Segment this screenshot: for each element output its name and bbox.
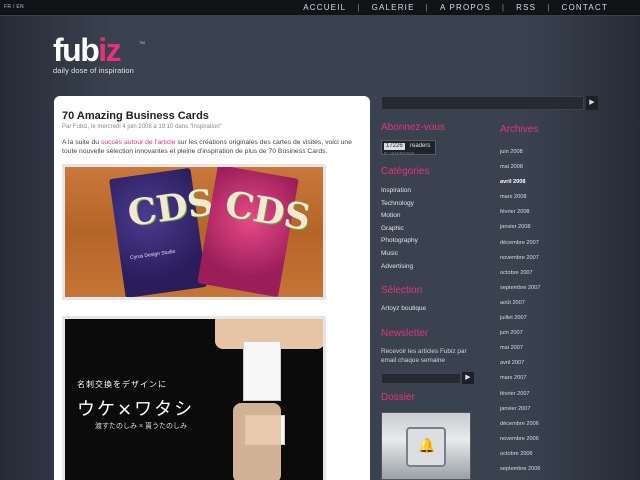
category-photography[interactable]: Photography xyxy=(381,235,418,248)
post-meta: Par Fubiz, le mercredi 4 juin 2008 à 19:… xyxy=(62,124,222,130)
categories-list: Inspiration Technology Motion Graphic Ph… xyxy=(381,185,418,273)
nav-rss[interactable]: RSS xyxy=(516,3,536,12)
dossier-image[interactable]: 🔔 xyxy=(381,412,471,480)
card-letters: CDS xyxy=(125,181,217,235)
archive-item[interactable]: mars 2008 xyxy=(500,190,540,205)
dossier-heading: Dossier xyxy=(381,392,415,403)
site-logo[interactable]: fubiz TM daily dose of inspiration xyxy=(53,34,153,80)
logo-wordmark: fubiz xyxy=(53,32,122,68)
newsletter-text: Recevoir les articles Fubiz par email ch… xyxy=(381,348,467,364)
search-go-button[interactable]: ▶ xyxy=(586,96,598,110)
selection-list: Artoyz boutique xyxy=(381,303,426,316)
category-inspiration[interactable]: Inspiration xyxy=(381,185,418,198)
logo-trademark: TM xyxy=(139,40,145,45)
nav-separator: | xyxy=(501,3,506,12)
categories-heading: Catégories xyxy=(381,166,430,177)
archive-item[interactable]: janvier 2007 xyxy=(500,402,540,417)
archive-item[interactable]: août 2007 xyxy=(500,296,540,311)
archive-item[interactable]: février 2008 xyxy=(500,205,540,220)
archive-item[interactable]: janvier 2008 xyxy=(500,220,540,235)
newsletter-email-input[interactable] xyxy=(381,373,461,384)
archive-item[interactable]: mars 2007 xyxy=(500,371,540,386)
nav-contact[interactable]: CONTACT xyxy=(562,3,608,12)
business-card-purple: CDS Cyrus Design Studio xyxy=(109,167,216,297)
nav-separator: | xyxy=(547,3,551,12)
newsletter-heading: Newsletter xyxy=(381,328,429,339)
post-image-business-cards[interactable]: CDS Cyrus Design Studio CDS xyxy=(62,164,326,300)
feedburner-badge[interactable]: 17226 readers BY FEEDBURNER xyxy=(381,140,436,155)
bell-icon: 🔔 xyxy=(418,437,436,453)
archive-item[interactable]: octobre 2007 xyxy=(500,266,540,281)
category-music[interactable]: Music xyxy=(381,248,418,261)
archive-item[interactable]: mai 2007 xyxy=(500,341,540,356)
archive-item[interactable]: novembre 2006 xyxy=(500,432,540,447)
archive-item[interactable]: septembre 2007 xyxy=(500,281,540,296)
nav-accueil[interactable]: ACCUEIL xyxy=(303,3,346,12)
image-caption-line3: 渡すたのしみ × 貰うたのしみ xyxy=(95,423,187,430)
feed-reader-count: 17226 xyxy=(384,143,405,150)
card-letters: CDS xyxy=(221,182,314,240)
card-text: Cyrus Design Studio xyxy=(129,248,176,262)
abonnez-heading: Abonnez-vous xyxy=(381,122,445,133)
nav-separator: | xyxy=(357,3,361,12)
archive-item[interactable]: mai 2008 xyxy=(500,160,540,175)
archive-item[interactable]: novembre 2007 xyxy=(500,251,540,266)
feed-reader-label: readers xyxy=(410,143,431,149)
category-technology[interactable]: Technology xyxy=(381,198,418,211)
archive-item[interactable]: février 2007 xyxy=(500,387,540,402)
post-image-japanese-cards[interactable]: 名刺交換をデザインに ウケ×ワタシ 渡すたのしみ × 貰うたのしみ xyxy=(62,316,326,480)
selection-heading: Sélection xyxy=(381,285,423,296)
category-advertising[interactable]: Advertising xyxy=(381,261,418,274)
feed-by-label: BY FEEDBURNER xyxy=(384,151,415,155)
archive-item[interactable]: septembre 2006 xyxy=(500,462,540,477)
nav-a-propos[interactable]: A PROPOS xyxy=(440,3,491,12)
archive-item[interactable]: juin 2007 xyxy=(500,326,540,341)
archives-heading: Archives xyxy=(500,124,539,135)
business-card-top xyxy=(243,341,281,401)
archive-item[interactable]: octobre 2006 xyxy=(500,447,540,462)
newsletter-go-button[interactable]: ▶ xyxy=(462,372,474,384)
archives-list: juin 2008 mai 2008 avril 2008 mars 2008 … xyxy=(500,145,540,477)
logo-tagline: daily dose of inspiration xyxy=(53,66,134,75)
language-switcher[interactable]: FR / EN xyxy=(4,4,24,10)
archive-item-current[interactable]: avril 2008 xyxy=(500,175,540,190)
image-caption-line2: ウケ×ワタシ xyxy=(77,399,195,420)
archive-item[interactable]: juillet 2007 xyxy=(500,311,540,326)
hand-bottom xyxy=(233,403,281,480)
archive-item[interactable]: décembre 2007 xyxy=(500,236,540,251)
nav-galerie[interactable]: GALERIE xyxy=(372,3,415,12)
top-bar: FR / EN ACCUEIL | GALERIE | A PROPOS | R… xyxy=(0,0,640,16)
category-motion[interactable]: Motion xyxy=(381,210,418,223)
top-navigation: ACCUEIL | GALERIE | A PROPOS | RSS | CON… xyxy=(303,3,608,12)
post-body: A la suite du succès autour de l'article… xyxy=(62,139,352,155)
post-article: 70 Amazing Business Cards Par Fubiz, le … xyxy=(54,96,370,480)
category-graphic[interactable]: Graphic xyxy=(381,223,418,236)
archive-item[interactable]: décembre 2006 xyxy=(500,417,540,432)
selection-artoyz[interactable]: Artoyz boutique xyxy=(381,303,426,316)
post-body-link[interactable]: succès autour de l'article xyxy=(101,139,176,146)
archive-item[interactable]: juin 2008 xyxy=(500,145,540,160)
nav-separator: | xyxy=(425,3,429,12)
image-caption-line1: 名刺交換をデザインに xyxy=(77,380,167,389)
search-input[interactable] xyxy=(381,96,584,110)
business-card-pink: CDS xyxy=(197,167,314,297)
archive-item[interactable]: avril 2007 xyxy=(500,356,540,371)
post-title[interactable]: 70 Amazing Business Cards xyxy=(62,110,362,122)
